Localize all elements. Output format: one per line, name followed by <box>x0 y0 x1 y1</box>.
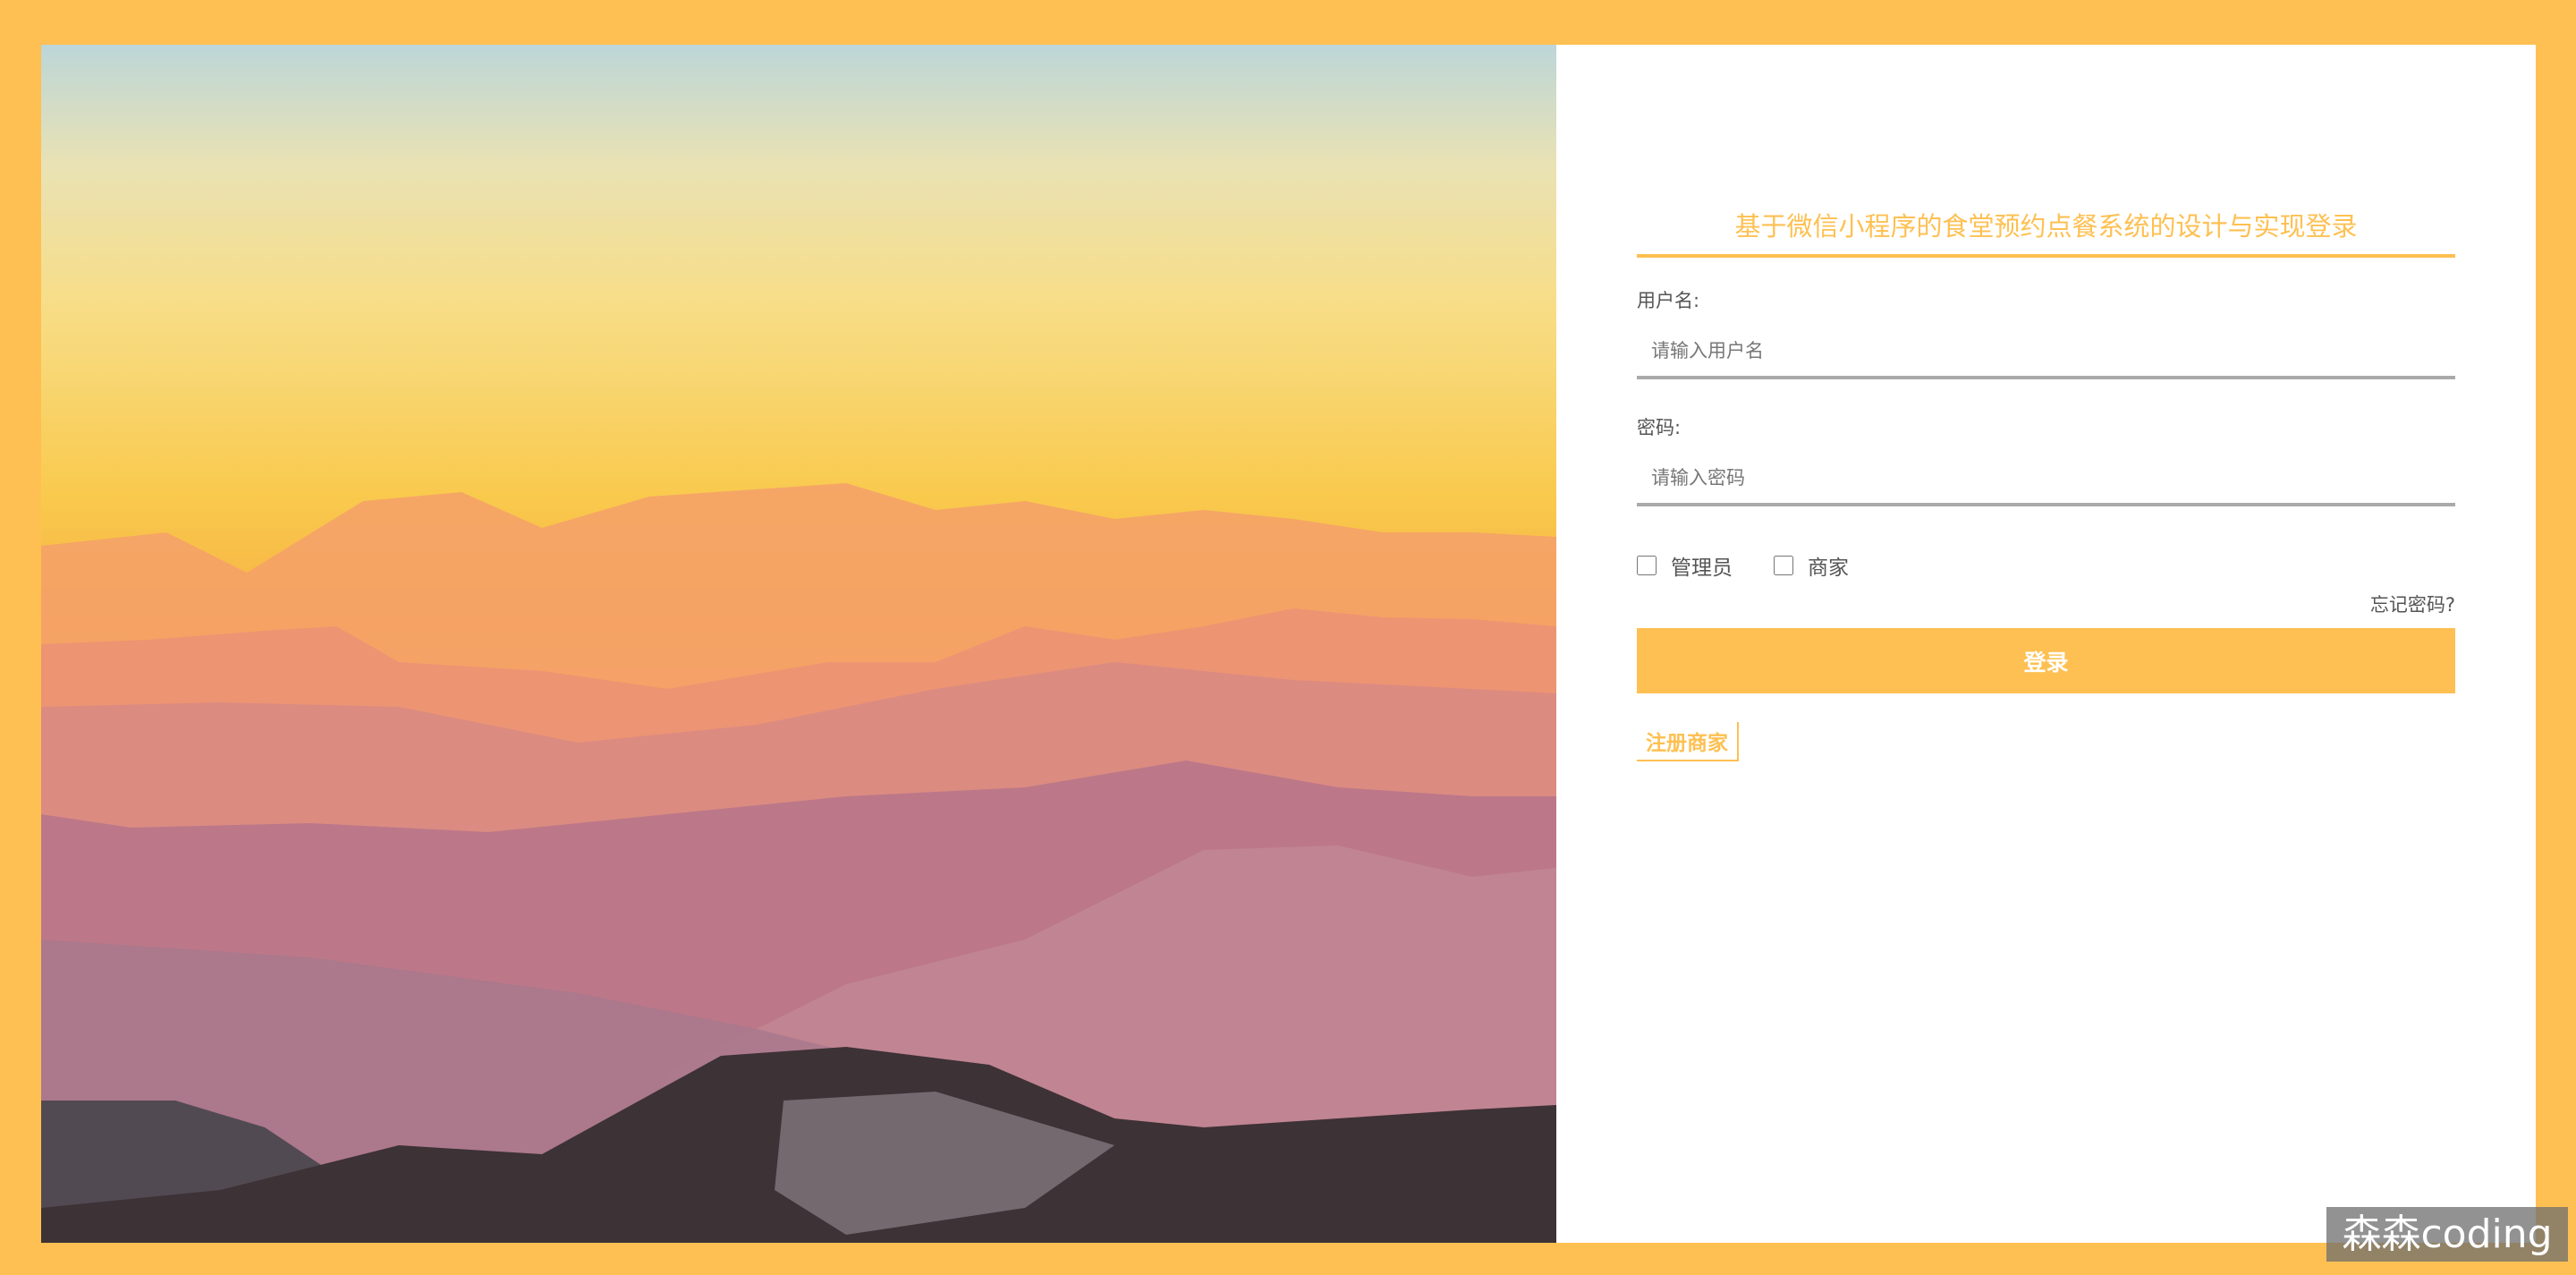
mountain-illustration <box>41 483 1556 1243</box>
login-button[interactable]: 登录 <box>1637 628 2455 693</box>
page-title: 基于微信小程序的食堂预约点餐系统的设计与实现登录 <box>1637 206 2455 258</box>
merchant-checkbox[interactable] <box>1774 556 1793 575</box>
login-panel: 基于微信小程序的食堂预约点餐系统的设计与实现登录 用户名: 密码: 管理员 商家… <box>1556 45 2536 1243</box>
watermark: 森森coding <box>2326 1207 2568 1262</box>
admin-label: 管理员 <box>1671 557 1733 580</box>
password-label: 密码: <box>1637 417 1682 438</box>
merchant-label: 商家 <box>1808 557 1849 580</box>
admin-checkbox[interactable] <box>1637 556 1657 575</box>
forgot-password-link[interactable]: 忘记密码? <box>2370 591 2455 617</box>
username-label: 用户名: <box>1637 290 1700 311</box>
register-merchant-link[interactable]: 注册商家 <box>1637 722 1739 761</box>
role-merchant-checkbox[interactable]: 商家 <box>1774 550 1849 581</box>
password-input[interactable] <box>1637 455 2455 506</box>
role-admin-checkbox[interactable]: 管理员 <box>1637 550 1733 581</box>
background-landscape-image <box>41 45 1556 1243</box>
username-input[interactable] <box>1637 327 2455 379</box>
